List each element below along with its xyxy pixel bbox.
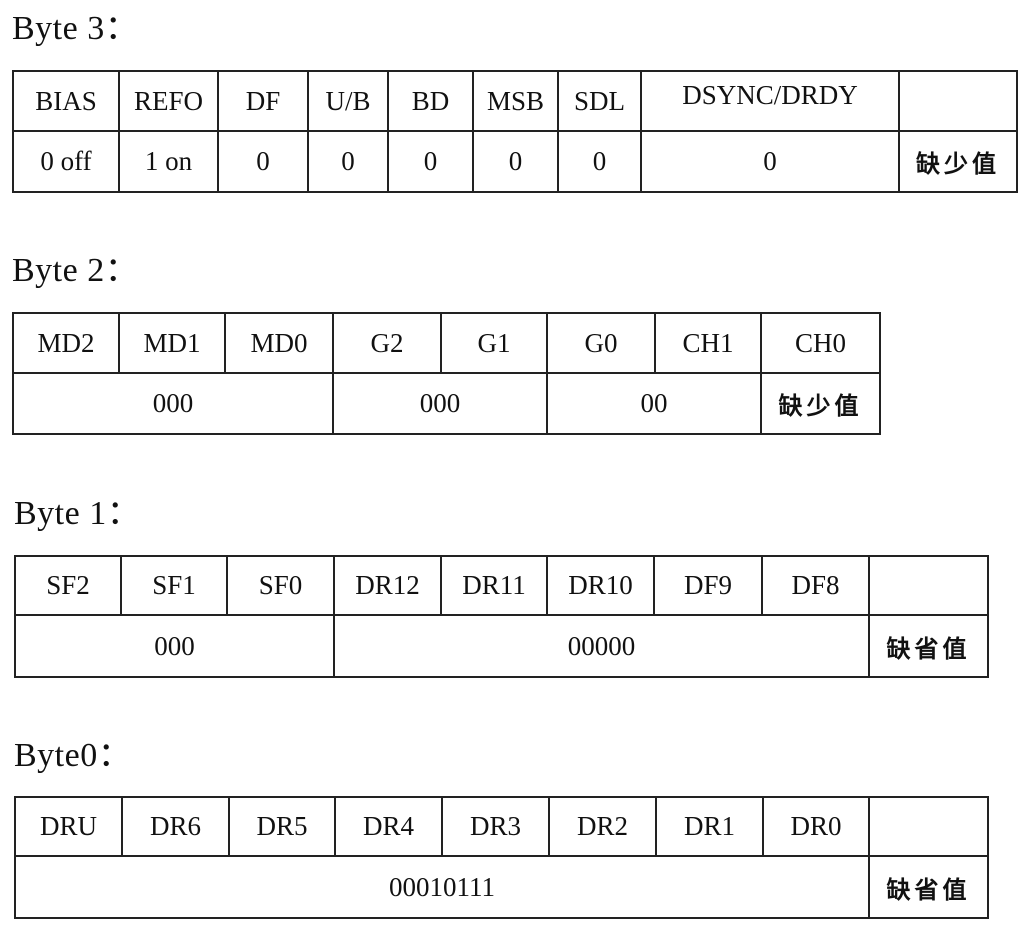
field-sdl: SDL <box>557 70 642 132</box>
field-md1: MD1 <box>118 312 226 374</box>
value-df: 0 <box>217 130 309 193</box>
field-empty <box>868 555 989 616</box>
field-g1: G1 <box>440 312 548 374</box>
value-g: 000 <box>332 372 548 435</box>
value-dr: 00000 <box>333 614 870 678</box>
value-row: 00010111 缺省值 <box>14 855 989 919</box>
field-row: BIAS REFO DF U/B BD MSB SDL DSYNC/DRDY <box>12 70 1018 132</box>
byte0-title: Byte0： <box>14 737 133 774</box>
default-value-label: 缺少值 <box>760 372 881 435</box>
field-row: SF2 SF1 SF0 DR12 DR11 DR10 DF9 DF8 <box>14 555 989 616</box>
value-ub: 0 <box>307 130 389 193</box>
field-sf2: SF2 <box>14 555 122 616</box>
field-bias: BIAS <box>12 70 120 132</box>
field-g0: G0 <box>546 312 656 374</box>
byte3-register-table: BIAS REFO DF U/B BD MSB SDL DSYNC/DRDY 0… <box>12 70 1018 193</box>
field-dr12: DR12 <box>333 555 442 616</box>
field-dr4: DR4 <box>334 796 443 857</box>
field-ch0: CH0 <box>760 312 881 374</box>
byte2-title: Byte 2： <box>12 252 140 289</box>
value-msb: 0 <box>472 130 559 193</box>
field-df8: DF8 <box>761 555 870 616</box>
field-sf0: SF0 <box>226 555 335 616</box>
field-dr11: DR11 <box>440 555 548 616</box>
field-dr0: DR0 <box>762 796 870 857</box>
field-msb: MSB <box>472 70 559 132</box>
field-dsync-drdy: DSYNC/DRDY <box>640 70 900 132</box>
field-ub: U/B <box>307 70 389 132</box>
value-sf: 000 <box>14 614 335 678</box>
value-row: 0 off 1 on 0 0 0 0 0 0 缺少值 <box>12 130 1018 193</box>
value-dsync-drdy: 0 <box>640 130 900 193</box>
field-sf1: SF1 <box>120 555 228 616</box>
value-bias: 0 off <box>12 130 120 193</box>
value-md: 000 <box>12 372 334 435</box>
field-dr2: DR2 <box>548 796 657 857</box>
default-value-label: 缺少值 <box>898 130 1018 193</box>
byte0-register-table: DRU DR6 DR5 DR4 DR3 DR2 DR1 DR0 00010111… <box>14 796 989 919</box>
field-md0: MD0 <box>224 312 334 374</box>
field-bd: BD <box>387 70 474 132</box>
value-refo: 1 on <box>118 130 219 193</box>
field-df9: DF9 <box>653 555 763 616</box>
field-dr1: DR1 <box>655 796 764 857</box>
field-row: MD2 MD1 MD0 G2 G1 G0 CH1 CH0 <box>12 312 881 374</box>
byte3-title: Byte 3： <box>12 10 140 47</box>
field-dr10: DR10 <box>546 555 655 616</box>
field-md2: MD2 <box>12 312 120 374</box>
value-row: 000 000 00 缺少值 <box>12 372 881 435</box>
field-row: DRU DR6 DR5 DR4 DR3 DR2 DR1 DR0 <box>14 796 989 857</box>
value-ch: 00 <box>546 372 762 435</box>
byte1-register-table: SF2 SF1 SF0 DR12 DR11 DR10 DF9 DF8 000 0… <box>14 555 989 678</box>
value-dr: 00010111 <box>14 855 870 919</box>
field-df: DF <box>217 70 309 132</box>
default-value-label: 缺省值 <box>868 855 989 919</box>
byte1-title: Byte 1： <box>14 495 142 532</box>
field-g2: G2 <box>332 312 442 374</box>
byte2-register-table: MD2 MD1 MD0 G2 G1 G0 CH1 CH0 000 000 00 … <box>12 312 881 435</box>
value-bd: 0 <box>387 130 474 193</box>
field-empty <box>898 70 1018 132</box>
field-ch1: CH1 <box>654 312 762 374</box>
value-row: 000 00000 缺省值 <box>14 614 989 678</box>
field-dr5: DR5 <box>228 796 336 857</box>
default-value-label: 缺省值 <box>868 614 989 678</box>
field-dru: DRU <box>14 796 123 857</box>
field-empty <box>868 796 989 857</box>
field-dr6: DR6 <box>121 796 230 857</box>
field-dr3: DR3 <box>441 796 550 857</box>
field-refo: REFO <box>118 70 219 132</box>
value-sdl: 0 <box>557 130 642 193</box>
